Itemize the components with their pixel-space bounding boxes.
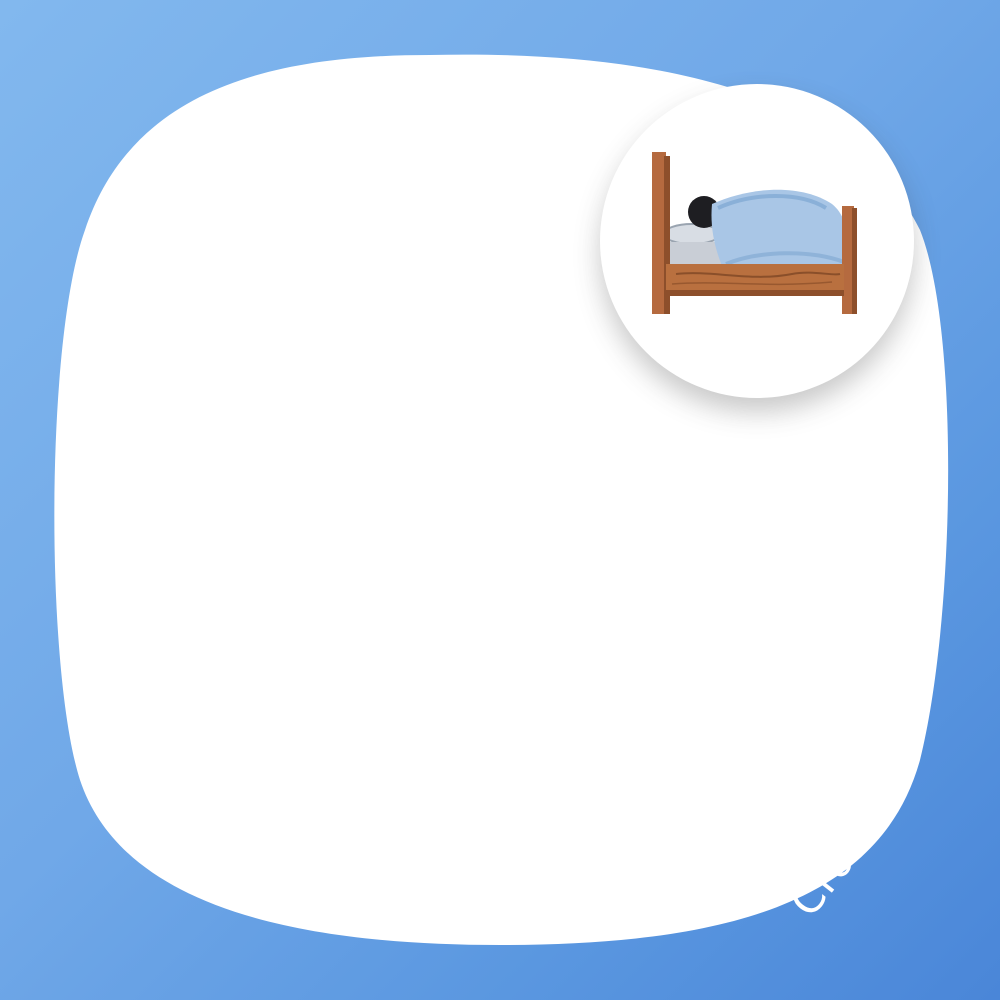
emoji-badge xyxy=(600,84,914,398)
profile-frame: Crofile xyxy=(0,0,1000,1000)
sleeping-in-bed-icon xyxy=(652,152,857,314)
